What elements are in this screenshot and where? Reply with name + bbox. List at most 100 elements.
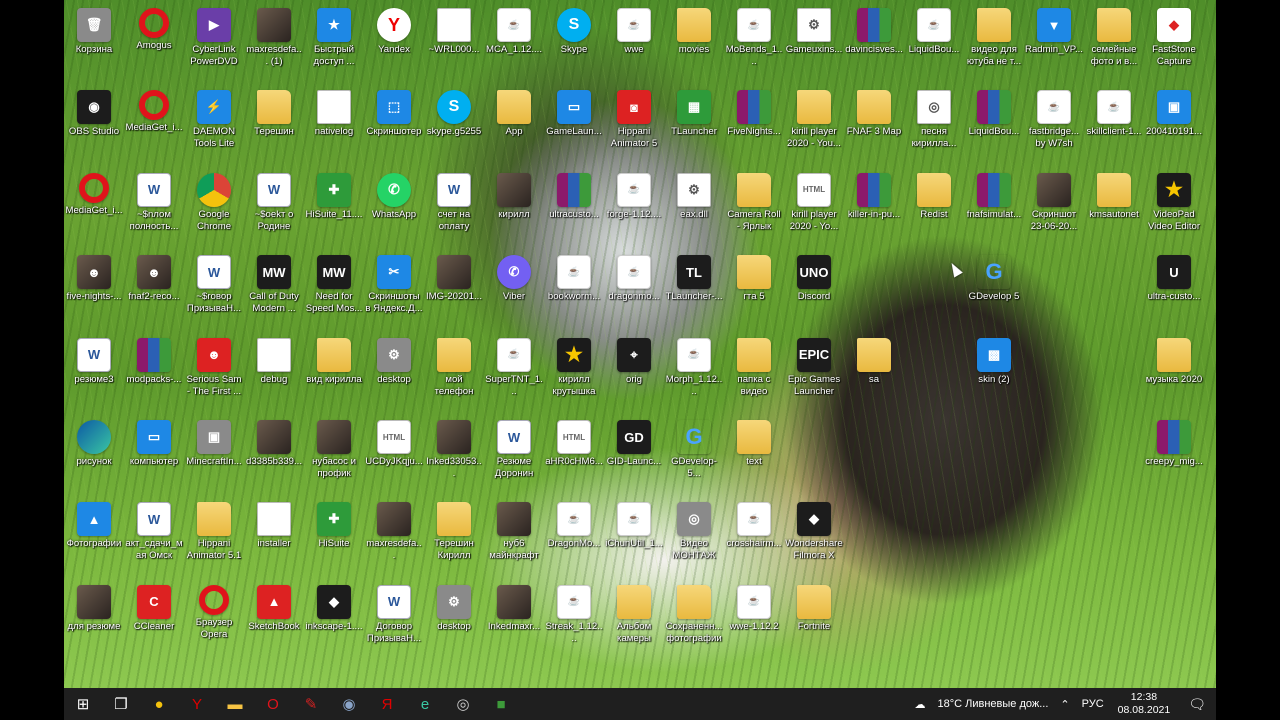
- desktop-icon-installer[interactable]: installer: [244, 496, 304, 550]
- taskbar-pen[interactable]: ✎: [292, 688, 330, 720]
- taskbar-start[interactable]: ⊞: [64, 688, 102, 720]
- taskbar-yandex2[interactable]: Я: [368, 688, 406, 720]
- desktop-icon-bookworm[interactable]: ☕ bookworm...: [544, 249, 604, 303]
- desktop-icon-cameraroll[interactable]: Camera Roll - Ярлык: [724, 167, 784, 233]
- weather-text[interactable]: 18°C Ливневые дож...: [932, 698, 1055, 710]
- desktop-icon-viber[interactable]: ✆ Viber: [484, 249, 544, 303]
- desktop-icon-pesnya[interactable]: ◎ песня кирилла...: [904, 84, 964, 150]
- desktop-icon-obs[interactable]: ◉ OBS Studio: [64, 84, 124, 138]
- desktop-icon-kirillplayer1[interactable]: kirill player 2020 - You...: [784, 84, 844, 150]
- desktop-icon-videomontazh[interactable]: ◎ Видео МОНТАЖ: [664, 496, 724, 562]
- desktop-icon-inked33053[interactable]: Inked33053...: [424, 414, 484, 480]
- desktop-icon-wwe[interactable]: ☕ wwe: [604, 2, 664, 56]
- desktop-icon-hisuite1[interactable]: ✚ HiSuite_11....: [304, 167, 364, 221]
- desktop-icon-serioussam[interactable]: ☻ Serious Sam - The First ...: [184, 332, 244, 398]
- desktop-icon-skrinshot2306[interactable]: Скриншот 23-06-20...: [1024, 167, 1084, 233]
- desktop-icon-ichunutil[interactable]: ☕ iChunUtil_1...: [604, 496, 664, 550]
- desktop-icon-inkedmaxr[interactable]: Inkedmaxr...: [484, 579, 544, 633]
- desktop-icon-img20201[interactable]: IMG-20201...: [424, 249, 484, 303]
- desktop-icon-wwe1122[interactable]: ☕ wwe-1.12.2: [724, 579, 784, 633]
- desktop-icon-aktsdachi[interactable]: Wакт_сдачи_мая Омск: [124, 496, 184, 562]
- taskbar-taskview[interactable]: ❐: [102, 688, 140, 720]
- desktop-icon-korzina[interactable]: 🗑 Корзина: [64, 2, 124, 56]
- desktop-icon-ccleaner[interactable]: C CCleaner: [124, 579, 184, 633]
- desktop-icon-liquidbou1[interactable]: ☕ LiquidBou...: [904, 2, 964, 56]
- desktop-icon-skin2[interactable]: ▩ skin (2): [964, 332, 1024, 386]
- desktop-icon-bystry[interactable]: ★ Быстрый доступ ...: [304, 2, 364, 68]
- desktop-icon-whatsapp[interactable]: ✆ WhatsApp: [364, 167, 424, 221]
- desktop-icon-faststone[interactable]: ◆ FastStone Capture: [1144, 2, 1204, 68]
- desktop[interactable]: 🗑КорзинаAmogus▶CyberLink PowerDVD 18maxr…: [64, 0, 1216, 688]
- desktop-icon-inkscape[interactable]: ◆ inkscape-1....: [304, 579, 364, 633]
- desktop-icon-nativelog[interactable]: nativelog: [304, 84, 364, 138]
- desktop-icon-davincisves[interactable]: davincisves...: [844, 2, 904, 56]
- desktop-icon-videopad[interactable]: ★ VideoPad Video Editor: [1144, 167, 1204, 233]
- desktop-icon-kirill1[interactable]: кирилл: [484, 167, 544, 221]
- desktop-icon-snlom[interactable]: W ~$nлом полность...: [124, 167, 184, 233]
- desktop-icon-moytelefon[interactable]: мой телефон: [424, 332, 484, 398]
- desktop-icon-gdevelop5[interactable]: G GDevelop 5: [964, 249, 1024, 303]
- desktop-icon-ultracusto2[interactable]: Uultra-custo...: [1144, 249, 1204, 303]
- desktop-icon-fortnite[interactable]: Fortnite: [784, 579, 844, 633]
- desktop-icon-rezyumedoronin[interactable]: W Резюме Доронин: [484, 414, 544, 480]
- desktop-icon-papkasvideo[interactable]: папка с видео: [724, 332, 784, 398]
- desktop-icon-muzyka[interactable]: музыка 2020: [1144, 332, 1204, 386]
- desktop-icon-fivenights2[interactable]: ☻ five-nights-...: [64, 249, 124, 303]
- desktop-icon-tlauncher1[interactable]: ▦ TLauncher: [664, 84, 724, 138]
- desktop-icon-dragonmo2[interactable]: ☕ DragonMo...: [544, 496, 604, 550]
- desktop-icon-skype[interactable]: S Skype: [544, 2, 604, 56]
- clock[interactable]: 12:38 08.08.2021: [1110, 691, 1179, 717]
- desktop-icon-nfs[interactable]: MW Need for Speed Mos...: [304, 249, 364, 315]
- desktop-icon-dlyarezyume[interactable]: для резюме: [64, 579, 124, 633]
- desktop-icon-kirillkrut[interactable]: ★ кирилл крутышка: [544, 332, 604, 398]
- desktop-icon-vidkirilla[interactable]: вид кирилла: [304, 332, 364, 386]
- desktop-icon-sohranenfoto[interactable]: Сохраненн... фотографии: [664, 579, 724, 645]
- desktop-icon-app[interactable]: App: [484, 84, 544, 138]
- desktop-icon-minecraftin[interactable]: ▣ MinecraftIn...: [184, 414, 244, 468]
- desktop-icon-redist[interactable]: Redist: [904, 167, 964, 221]
- desktop-icon-ultracusto1[interactable]: ultracusto...: [544, 167, 604, 221]
- desktop-icon-gdevelop5b[interactable]: G GDevelop-5...: [664, 414, 724, 480]
- desktop-icon-yandex[interactable]: Y Yandex: [364, 2, 424, 56]
- desktop-icon-text[interactable]: text: [724, 414, 784, 468]
- desktop-icon-modpacks[interactable]: modpacks-...: [124, 332, 184, 386]
- desktop-icon-chrome[interactable]: Google Chrome: [184, 167, 244, 233]
- desktop-icon-kmsautonet[interactable]: kmsautonet: [1084, 167, 1144, 221]
- notifications-icon[interactable]: 🗨: [1178, 696, 1216, 713]
- weather-icon[interactable]: ☁: [909, 698, 932, 711]
- desktop-icon-wrl000[interactable]: ~WRL000...: [424, 2, 484, 56]
- desktop-icon-rezyume3[interactable]: Wрезюме3: [64, 332, 124, 386]
- desktop-icon-fnafsimulat[interactable]: fnafsimulat...: [964, 167, 1024, 221]
- desktop-icon-ucdyjk[interactable]: HTML UCDyJKqju...: [364, 414, 424, 468]
- desktop-icon-maxresdef1[interactable]: maxresdefa... (1): [244, 2, 304, 68]
- desktop-icon-soekt[interactable]: W ~$oekт о Родине: [244, 167, 304, 233]
- desktop-icon-fnaf2reco[interactable]: ☻ fnaf2-reco...: [124, 249, 184, 303]
- desktop-icon-sketchbook[interactable]: ▲ SketchBook: [244, 579, 304, 633]
- desktop-icon-semeynye[interactable]: семейные фото и в...: [1084, 2, 1144, 68]
- desktop-icon-fnaf3map[interactable]: FNAF 3 Map: [844, 84, 904, 138]
- desktop-icon-gidlaunc[interactable]: GD GID-Launc...: [604, 414, 664, 468]
- desktop-icon-hisuite2[interactable]: ✚ HiSuite: [304, 496, 364, 550]
- desktop-icon-kirillplayer2[interactable]: HTML kirill player 2020 - Yo...: [784, 167, 844, 233]
- desktop-icon-dragonmo1[interactable]: ☕ dragonmo...: [604, 249, 664, 303]
- taskbar-obs[interactable]: ◎: [444, 688, 482, 720]
- desktop-icon-daemon[interactable]: ⚡ DAEMON Tools Lite: [184, 84, 244, 150]
- desktop-icon-mca[interactable]: ☕ MCA_1.12....: [484, 2, 544, 56]
- desktop-icon-risunok[interactable]: рисунок: [64, 414, 124, 468]
- desktop-icon-tlauncher2[interactable]: TL TLauncher-...: [664, 249, 724, 303]
- desktop-icon-desktop1[interactable]: ⚙ desktop: [364, 332, 424, 386]
- desktop-icon-fastbridge[interactable]: ☕fastbridge... by W7sh AL...: [1024, 84, 1084, 150]
- desktop-icon-fotografii[interactable]: ▲ Фотографии: [64, 496, 124, 550]
- desktop-icon-skrinshoty_ya[interactable]: ✂ Скриншоты в Яндекс.Д...: [364, 249, 424, 315]
- desktop-icon-desktop2[interactable]: ⚙ desktop: [424, 579, 484, 633]
- taskbar-yandex[interactable]: Y: [178, 688, 216, 720]
- desktop-icon-discord[interactable]: UNO Discord: [784, 249, 844, 303]
- desktop-icon-debug[interactable]: debug: [244, 332, 304, 386]
- desktop-icon-skrinshoter[interactable]: ⬚ Скриншотер: [364, 84, 424, 138]
- desktop-icon-tereshinkirill[interactable]: Терешин Кирилл: [424, 496, 484, 562]
- desktop-icon-nub6[interactable]: нуб6 майнкрафт: [484, 496, 544, 562]
- desktop-icon-skillclient[interactable]: ☕ skillclient-1...: [1084, 84, 1144, 138]
- desktop-icon-cyberlink[interactable]: ▶CyberLink PowerDVD 18: [184, 2, 244, 68]
- chevron-up-icon[interactable]: ⌃: [1054, 698, 1075, 711]
- desktop-icon-mediaget1[interactable]: MediaGet_i...: [124, 84, 184, 134]
